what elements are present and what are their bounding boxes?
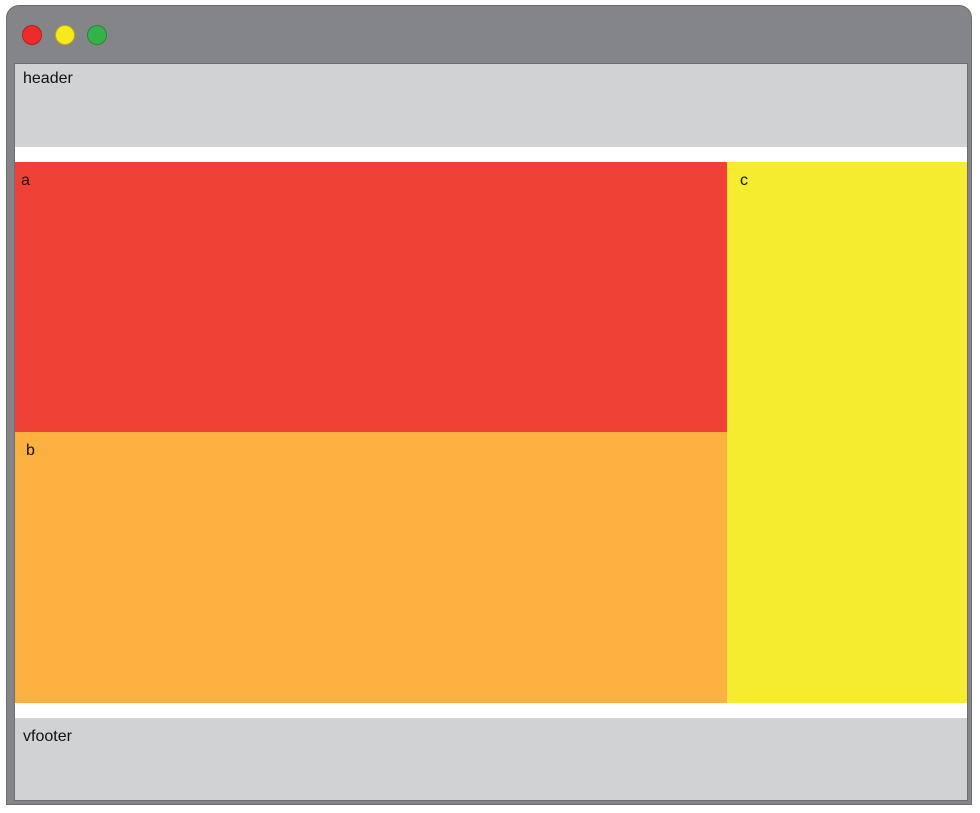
- region-b: b: [15, 432, 727, 703]
- region-a-label: a: [21, 172, 30, 189]
- header-label: header: [23, 70, 73, 87]
- close-button[interactable]: [22, 25, 42, 45]
- footer-label: vfooter: [23, 728, 72, 745]
- maximize-button[interactable]: [87, 25, 107, 45]
- browser-window: header a b c vfooter: [6, 5, 972, 805]
- region-a: a: [15, 162, 727, 432]
- page-content: header a b c vfooter: [14, 63, 968, 801]
- footer-region: vfooter: [15, 718, 967, 800]
- region-c-label: c: [740, 172, 748, 189]
- region-b-label: b: [26, 442, 35, 459]
- header-region: header: [15, 64, 967, 147]
- region-c: c: [727, 162, 967, 703]
- minimize-button[interactable]: [55, 25, 75, 45]
